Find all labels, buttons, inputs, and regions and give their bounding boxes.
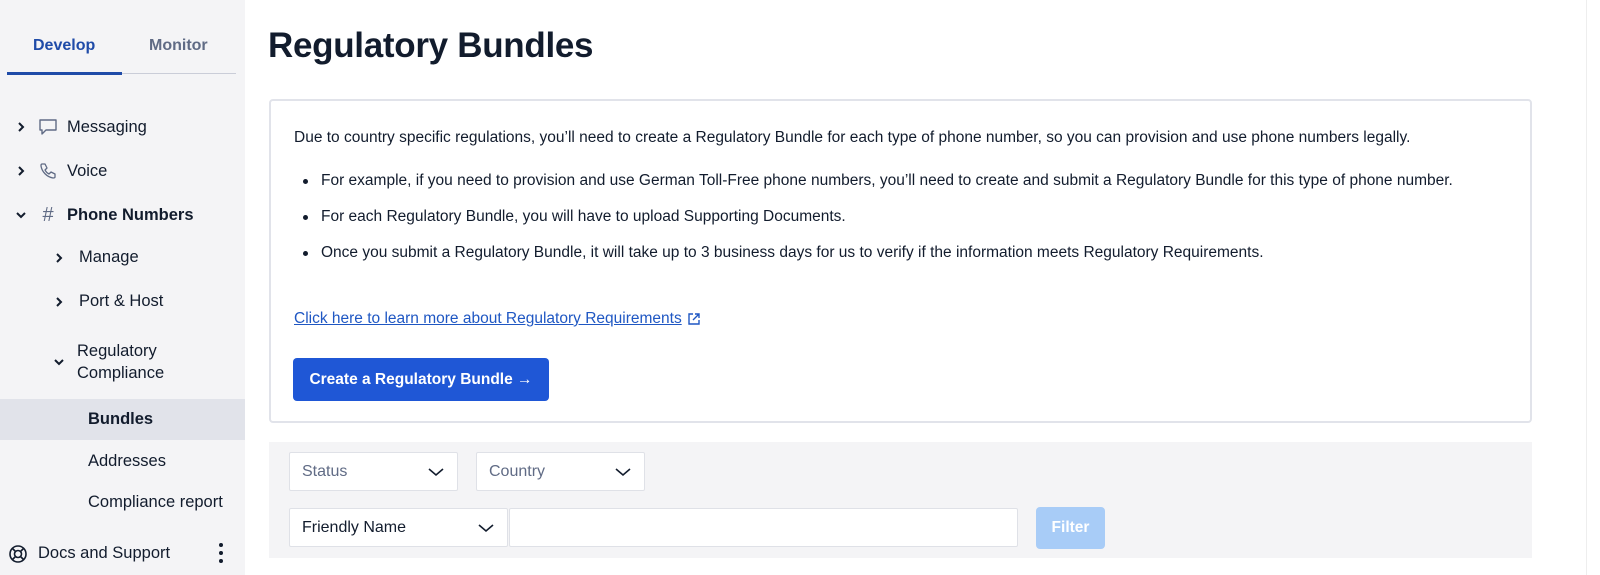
docs-label: Docs and Support: [38, 544, 171, 562]
sidebar-item-label: Port & Host: [79, 292, 164, 310]
external-link-icon: [687, 312, 701, 326]
sidebar-item-label: Bundles: [88, 410, 154, 428]
field-select-value: Friendly Name: [302, 518, 407, 536]
chevron-down-icon: [53, 356, 65, 368]
active-tab-indicator: [7, 72, 122, 75]
scrollbar[interactable]: [1586, 0, 1600, 575]
sidebar-item-phone-numbers[interactable]: # Phone Numbers: [15, 203, 194, 226]
docs-and-support[interactable]: Docs and Support: [0, 532, 245, 575]
lifebuoy-icon: [8, 544, 28, 564]
sidebar-item-compliance-report[interactable]: Compliance report: [88, 493, 223, 512]
info-card: Due to country specific regulations, you…: [269, 99, 1532, 423]
sidebar-item-voice[interactable]: Voice: [15, 161, 107, 181]
sidebar-item-regulatory-compliance[interactable]: Regulatory Compliance: [53, 340, 187, 384]
info-intro: Due to country specific regulations, you…: [294, 129, 1411, 146]
sidebar-tabs: Develop Monitor: [7, 0, 236, 75]
chevron-right-icon: [15, 165, 27, 177]
sidebar: Develop Monitor Messaging Voice # Phone …: [0, 0, 245, 575]
tab-monitor[interactable]: Monitor: [149, 37, 208, 55]
filter-text-input[interactable]: [509, 508, 1018, 547]
chevron-down-icon: [15, 209, 27, 221]
tab-develop[interactable]: Develop: [33, 37, 95, 55]
learn-more-label: Click here to learn more about Regulator…: [294, 310, 682, 327]
info-list: For example, if you need to provision an…: [301, 167, 1481, 275]
sidebar-item-messaging[interactable]: Messaging: [15, 117, 147, 137]
list-item: For example, if you need to provision an…: [301, 167, 1481, 195]
chevron-down-icon: [427, 467, 445, 477]
country-select[interactable]: Country: [476, 452, 645, 491]
learn-more-link[interactable]: Click here to learn more about Regulator…: [294, 310, 701, 328]
chat-bubble-icon: [37, 117, 59, 137]
sidebar-item-label: Compliance report: [88, 493, 223, 511]
sidebar-item-label: Voice: [67, 161, 108, 180]
hash-icon: #: [42, 203, 54, 226]
chevron-right-icon: [53, 252, 65, 264]
chevron-right-icon: [53, 296, 65, 308]
phone-icon: [37, 161, 59, 181]
filter-panel: Status Country Friendly Name Filter: [269, 442, 1532, 558]
create-regulatory-bundle-button[interactable]: Create a Regulatory Bundle →: [293, 358, 549, 401]
status-select[interactable]: Status: [289, 452, 458, 491]
list-item: For each Regulatory Bundle, you will hav…: [301, 203, 1481, 231]
status-select-value: Status: [302, 462, 348, 480]
list-item: Once you submit a Regulatory Bundle, it …: [301, 239, 1481, 267]
sidebar-item-bundles[interactable]: Bundles: [0, 399, 245, 440]
sidebar-item-label: Phone Numbers: [67, 205, 194, 224]
country-select-value: Country: [489, 462, 546, 480]
sidebar-item-label: Messaging: [67, 117, 147, 136]
chevron-right-icon: [15, 121, 27, 133]
more-vertical-icon[interactable]: [218, 542, 224, 564]
chevron-down-icon: [477, 523, 495, 533]
sidebar-item-label: Manage: [79, 248, 139, 266]
sidebar-item-label: Regulatory Compliance: [77, 342, 165, 382]
chevron-down-icon: [614, 467, 632, 477]
sidebar-item-label: Addresses: [88, 452, 166, 470]
sidebar-item-addresses[interactable]: Addresses: [88, 452, 166, 471]
sidebar-item-manage[interactable]: Manage: [53, 248, 139, 267]
filter-button[interactable]: Filter: [1036, 507, 1105, 549]
sidebar-item-port-host[interactable]: Port & Host: [53, 292, 163, 311]
field-select[interactable]: Friendly Name: [289, 508, 508, 547]
page-title: Regulatory Bundles: [268, 26, 594, 65]
